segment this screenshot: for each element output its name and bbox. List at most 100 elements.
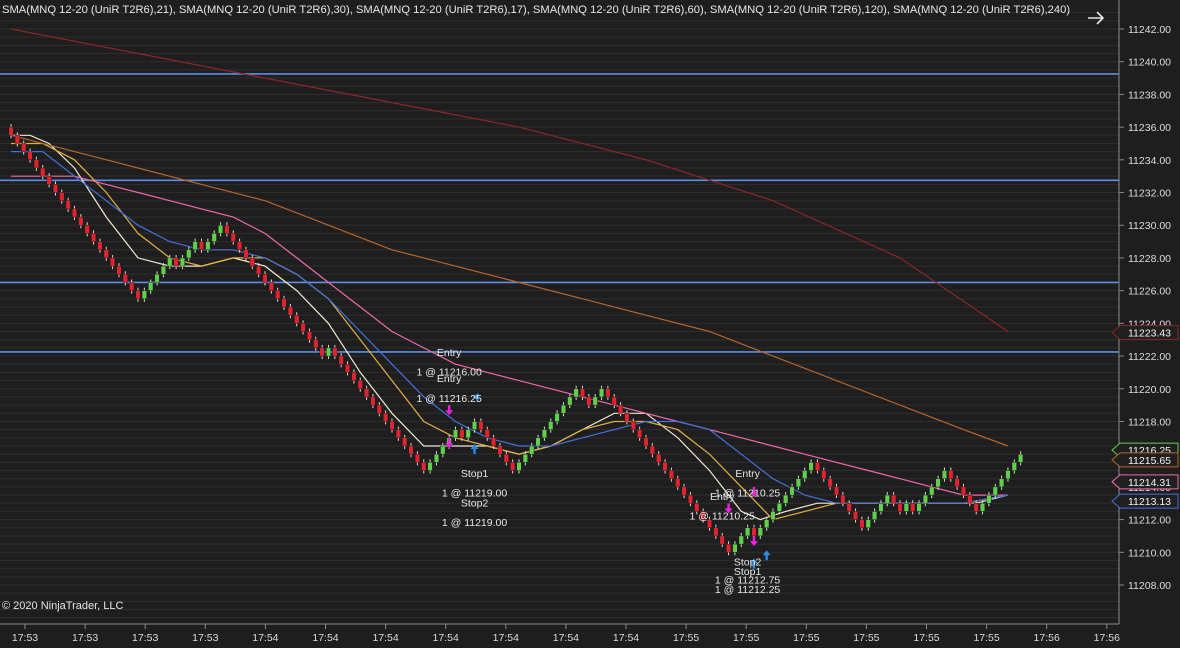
candle-down (357, 380, 363, 389)
candle-down (681, 486, 687, 496)
candle-down (287, 306, 293, 316)
candle-down (491, 437, 497, 447)
time-tick-label: 17:55 (793, 632, 819, 644)
candle-down (408, 445, 414, 455)
candle-up (465, 429, 471, 439)
candle-up (427, 462, 433, 471)
candle-down (370, 396, 376, 406)
time-tick-label: 17:54 (553, 632, 579, 644)
candle-down (173, 257, 179, 267)
candle-down (713, 527, 719, 537)
candle-up (764, 519, 770, 528)
candle-up (554, 413, 560, 422)
copyright-notice: © 2020 NinjaTrader, LLC (2, 600, 123, 612)
time-tick-label: 17:54 (433, 632, 459, 644)
candle-up (205, 241, 211, 250)
candle-down (294, 314, 300, 324)
price-tick-label: 11218.00 (1128, 416, 1171, 428)
candle-up (160, 265, 166, 275)
candle-down (834, 486, 840, 496)
arrow-right-icon[interactable] (1085, 9, 1107, 27)
candle-up (440, 445, 446, 455)
candle-up (1011, 462, 1017, 471)
candle-down (484, 429, 490, 439)
time-tick-label: 17:55 (853, 632, 879, 644)
candle-up (167, 257, 173, 267)
candle-down (497, 445, 503, 455)
candle-down (961, 486, 967, 496)
candle-down (256, 265, 262, 275)
candle-down (338, 355, 344, 365)
candle-down (268, 282, 274, 291)
candle-down (897, 503, 903, 512)
candle-up (980, 503, 986, 512)
time-tick-label: 17:55 (673, 632, 699, 644)
indicator-legend: SMA(MNQ 12-20 (UniR T2R6),21), SMA(MNQ 1… (2, 4, 1070, 16)
candle-up (884, 494, 890, 504)
time-axis-panel[interactable] (0, 624, 1180, 648)
candle-down (33, 159, 39, 169)
candle-down (129, 282, 135, 291)
candle-up (770, 511, 776, 520)
price-tag-label: 11215.65 (1128, 455, 1171, 467)
candle-up (218, 225, 224, 234)
candle-down (859, 519, 865, 528)
candle-down (668, 470, 674, 479)
trade-annotation-label: 1 @ 11210.25 (690, 511, 756, 523)
candle-down (853, 511, 859, 520)
candle-down (116, 265, 122, 275)
candle-down (637, 429, 643, 439)
price-tick-label: 11212.00 (1128, 515, 1171, 527)
time-tick-label: 17:54 (613, 632, 639, 644)
candle-down (421, 462, 427, 471)
candlestick-chart[interactable]: Entry1 @ 11216.00Entry1 @ 11216.25Stop11… (0, 0, 1180, 648)
candle-up (573, 388, 579, 398)
candle-down (71, 208, 77, 218)
candle-up (738, 535, 744, 545)
candle-down (351, 372, 357, 381)
candle-down (300, 323, 306, 332)
candle-down (97, 241, 103, 250)
candle-down (275, 290, 281, 300)
trade-annotation-label: 1 @ 11216.25 (416, 393, 482, 405)
candle-down (319, 347, 325, 357)
time-tick-label: 17:56 (1094, 632, 1120, 644)
candle-up (179, 257, 185, 267)
candle-up (916, 503, 922, 512)
candle-up (148, 282, 154, 291)
candle-up (186, 249, 192, 259)
candle-up (776, 503, 782, 512)
candle-up (535, 437, 541, 447)
price-tick-label: 11228.00 (1128, 253, 1171, 265)
trade-annotation-label: Stop2 (461, 498, 489, 510)
price-tick-label: 11242.00 (1128, 24, 1171, 36)
candle-down (643, 437, 649, 447)
trade-annotation-label: 1 @ 11219.00 (442, 517, 508, 529)
candle-down (821, 470, 827, 479)
candle-up (548, 421, 554, 430)
chart-background (0, 0, 1180, 648)
candle-up (922, 494, 928, 504)
candle-down (459, 429, 465, 439)
candle-up (992, 486, 998, 496)
candle-up (795, 478, 801, 488)
candle-up (141, 290, 147, 300)
candle-up (522, 453, 528, 463)
candle-down (751, 527, 757, 537)
candle-down (580, 388, 586, 398)
candle-up (802, 470, 808, 479)
candle-down (230, 233, 236, 242)
candle-up (808, 462, 814, 471)
trade-annotation-label: Entry (437, 347, 462, 359)
candle-down (630, 421, 636, 430)
candle-down (110, 257, 116, 267)
candle-down (262, 274, 268, 283)
price-tick-label: 11234.00 (1128, 155, 1171, 167)
time-tick-label: 17:53 (192, 632, 218, 644)
candle-down (973, 503, 979, 512)
candle-up (929, 486, 935, 496)
price-tag-label: 11223.43 (1128, 328, 1171, 340)
price-tick-label: 11210.00 (1128, 547, 1171, 559)
time-tick-label: 17:53 (132, 632, 158, 644)
price-tick-label: 11222.00 (1128, 351, 1171, 363)
